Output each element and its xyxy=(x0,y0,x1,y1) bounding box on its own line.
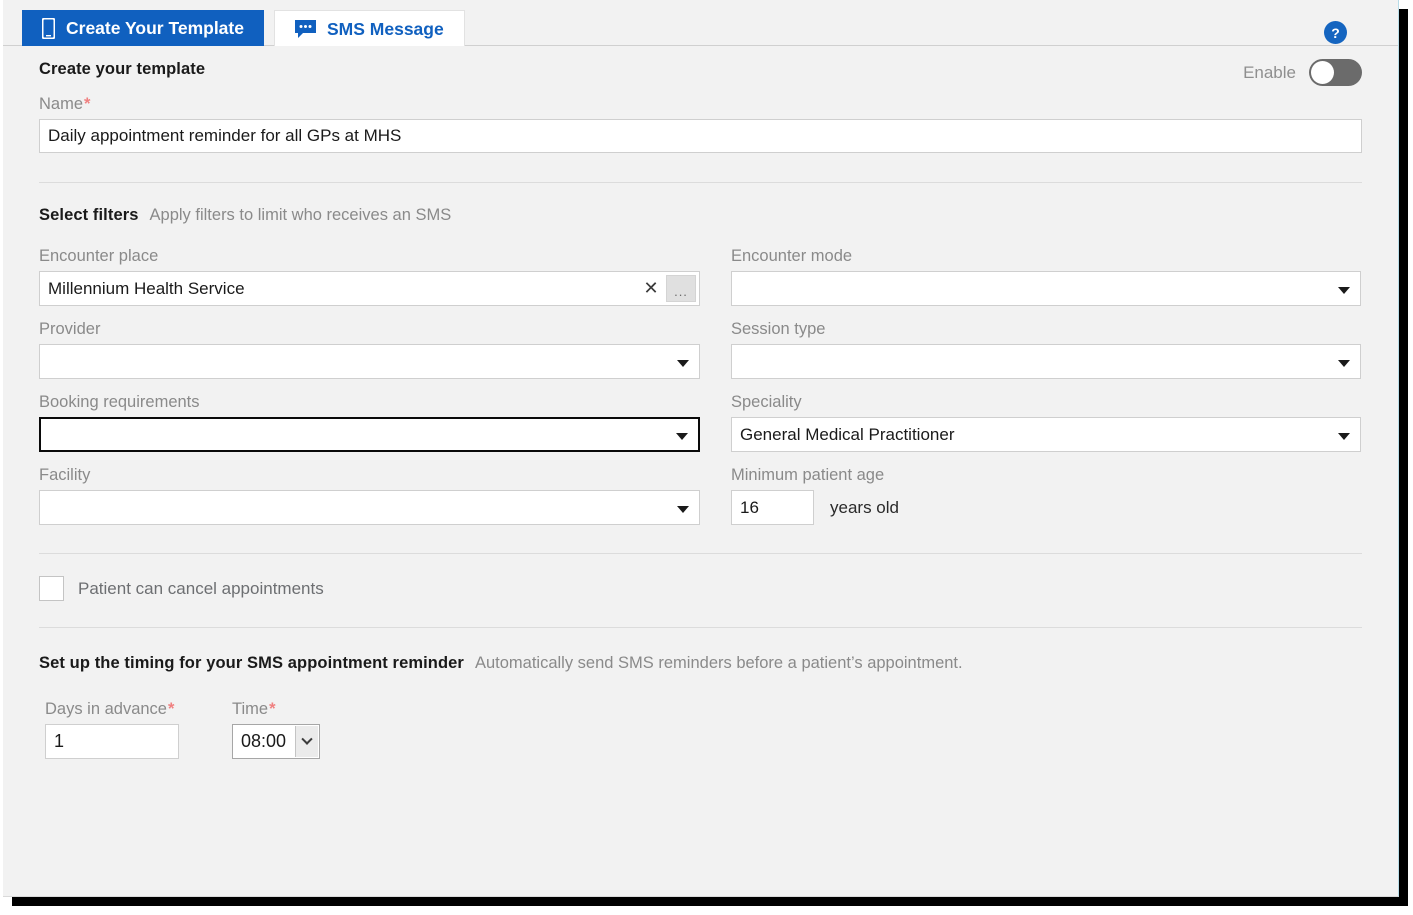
chevron-down-icon xyxy=(301,733,313,745)
filters-row-1: Encounter place Millennium Health Servic… xyxy=(39,247,1362,306)
filters-grid: Encounter place Millennium Health Servic… xyxy=(39,247,1362,525)
patient-can-cancel-label: Patient can cancel appointments xyxy=(78,578,324,598)
encounter-place-group: Encounter place Millennium Health Servic… xyxy=(39,247,700,306)
name-label: Name* xyxy=(39,95,1362,114)
speech-bubble-icon xyxy=(295,20,316,38)
name-input[interactable]: Daily appointment reminder for all GPs a… xyxy=(39,119,1362,153)
chevron-down-icon xyxy=(676,432,688,440)
filters-row-2: Provider Session type xyxy=(39,320,1362,379)
session-type-dropdown[interactable] xyxy=(731,344,1361,379)
name-input-value: Daily appointment reminder for all GPs a… xyxy=(48,126,402,145)
minimum-patient-age-group: Minimum patient age 16 years old xyxy=(731,466,1361,525)
provider-group: Provider xyxy=(39,320,700,379)
timing-header-row: Set up the timing for your SMS appointme… xyxy=(39,654,1362,673)
time-select-value: 08:00 xyxy=(241,731,287,751)
session-type-group: Session type xyxy=(731,320,1361,379)
speciality-label: Speciality xyxy=(731,393,802,411)
encounter-place-lookup[interactable]: Millennium Health Service ✕ ... xyxy=(39,271,700,306)
provider-label: Provider xyxy=(39,320,101,338)
encounter-mode-label: Encounter mode xyxy=(731,247,853,265)
days-in-advance-label: Days in advance* xyxy=(45,700,179,719)
time-select[interactable]: 08:00 xyxy=(232,724,320,759)
divider-2 xyxy=(39,553,1362,554)
patient-can-cancel-group[interactable]: Patient can cancel appointments xyxy=(39,576,1362,601)
time-label: Time* xyxy=(232,700,320,719)
provider-dropdown[interactable] xyxy=(39,344,700,379)
speciality-value: General Medical Practitioner xyxy=(740,424,955,444)
chevron-down-icon xyxy=(677,505,689,513)
time-group: Time* 08:00 xyxy=(232,700,320,759)
minimum-patient-age-input[interactable]: 16 xyxy=(731,490,814,525)
filters-row-3: Booking requirements Speciality General … xyxy=(39,393,1362,452)
facility-dropdown[interactable] xyxy=(39,490,700,525)
minimum-patient-age-row: 16 years old xyxy=(731,490,1361,525)
timing-fields-row: Days in advance* 1 Time* 08:00 xyxy=(39,700,1362,759)
time-required-marker: * xyxy=(269,700,276,718)
toggle-knob xyxy=(1311,61,1334,84)
tab-sms-message-label: SMS Message xyxy=(327,18,444,39)
days-in-advance-label-text: Days in advance xyxy=(45,700,167,718)
chevron-down-icon xyxy=(1338,359,1350,367)
days-in-advance-value: 1 xyxy=(54,731,65,751)
tab-strip: Create Your Template SMS Message ? xyxy=(3,0,1398,47)
days-in-advance-required-marker: * xyxy=(168,700,175,718)
divider-3 xyxy=(39,627,1362,628)
speciality-group: Speciality General Medical Practitioner xyxy=(731,393,1361,452)
page-title: Create your template xyxy=(39,60,206,78)
mobile-phone-icon xyxy=(41,17,56,39)
timing-title: Set up the timing for your SMS appointme… xyxy=(39,654,464,672)
minimum-patient-age-suffix: years old xyxy=(830,497,899,517)
svg-text:?: ? xyxy=(1331,25,1340,41)
divider-1 xyxy=(39,182,1362,183)
session-type-label: Session type xyxy=(731,320,826,338)
timing-subtitle: Automatically send SMS reminders before … xyxy=(474,654,963,672)
select-filters-title: Select filters xyxy=(39,206,139,224)
days-in-advance-group: Days in advance* 1 xyxy=(45,700,179,759)
time-label-text: Time xyxy=(232,700,269,718)
chevron-down-icon xyxy=(677,359,689,367)
help-circle-icon[interactable]: ? xyxy=(1324,21,1347,44)
sms-template-window: Create Your Template SMS Message ? Creat… xyxy=(3,0,1399,897)
days-in-advance-input[interactable]: 1 xyxy=(45,724,179,759)
clear-icon[interactable]: ✕ xyxy=(636,272,666,305)
chevron-down-icon xyxy=(1338,432,1350,440)
name-required-marker: * xyxy=(84,95,91,113)
create-template-header-row: Create your template Enable xyxy=(39,46,1362,93)
encounter-mode-dropdown[interactable] xyxy=(731,271,1361,306)
name-field-group: Name* Daily appointment reminder for all… xyxy=(39,95,1362,153)
time-select-button[interactable] xyxy=(295,726,318,757)
enable-toggle-group: Enable xyxy=(1243,59,1362,86)
name-label-text: Name xyxy=(39,95,84,113)
speciality-dropdown[interactable]: General Medical Practitioner xyxy=(731,417,1361,452)
booking-requirements-label: Booking requirements xyxy=(39,393,200,411)
patient-can-cancel-checkbox[interactable] xyxy=(39,576,64,601)
booking-requirements-dropdown[interactable] xyxy=(39,417,700,452)
enable-toggle[interactable] xyxy=(1309,59,1362,86)
chevron-down-icon xyxy=(1338,286,1350,294)
booking-requirements-group: Booking requirements xyxy=(39,393,700,452)
filters-row-4: Facility Minimum patient age 16 years ol… xyxy=(39,466,1362,525)
minimum-patient-age-value: 16 xyxy=(740,497,759,517)
facility-label: Facility xyxy=(39,466,91,484)
encounter-place-value: Millennium Health Service xyxy=(48,278,245,298)
select-filters-subtitle: Apply filters to limit who receives an S… xyxy=(149,206,452,224)
tab-create-your-template[interactable]: Create Your Template xyxy=(22,10,264,46)
ellipsis-icon: ... xyxy=(674,284,688,299)
minimum-patient-age-label: Minimum patient age xyxy=(731,466,885,484)
enable-label: Enable xyxy=(1243,62,1296,82)
encounter-place-label: Encounter place xyxy=(39,247,159,265)
select-filters-header-row: Select filters Apply filters to limit wh… xyxy=(39,206,1362,225)
template-form: Create your template Enable Name* Daily … xyxy=(3,46,1398,896)
encounter-mode-group: Encounter mode xyxy=(731,247,1361,306)
tab-sms-message[interactable]: SMS Message xyxy=(274,10,465,47)
ellipsis-browse-button[interactable]: ... xyxy=(666,275,696,302)
facility-group: Facility xyxy=(39,466,700,525)
tab-create-your-template-label: Create Your Template xyxy=(66,17,244,38)
